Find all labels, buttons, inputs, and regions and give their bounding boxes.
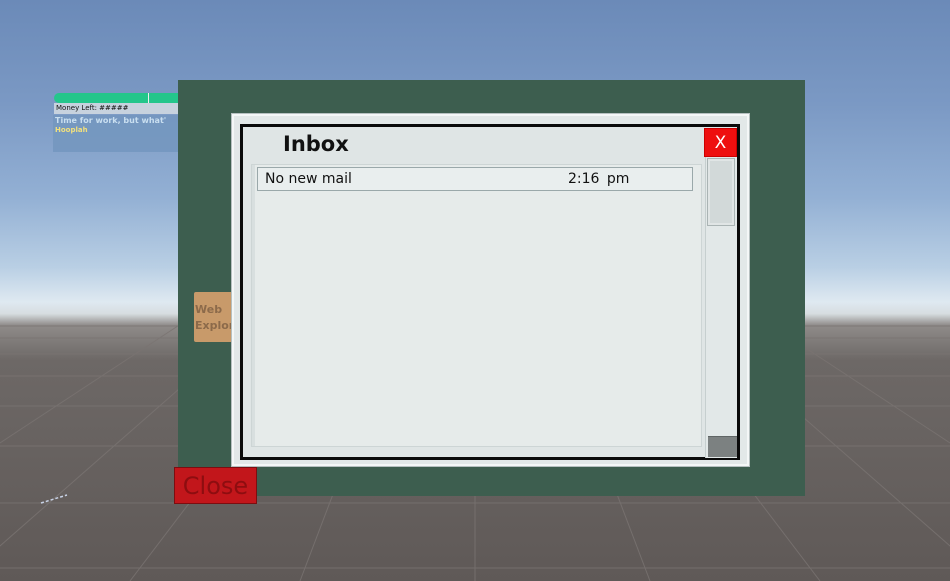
health-bar	[54, 93, 180, 103]
message-panel: Time for work, but what' Hooplah	[53, 115, 179, 152]
mail-subject: No new mail	[265, 171, 352, 187]
inbox-close-button[interactable]: X	[704, 128, 737, 157]
money-left-label: Money Left: #####	[54, 103, 180, 114]
inbox-title: Inbox	[283, 132, 349, 156]
pointer-icon	[40, 490, 70, 509]
scrollbar-thumb[interactable]	[707, 158, 735, 226]
mail-list-item[interactable]: No new mail 2:16 pm	[257, 167, 693, 191]
mail-list	[251, 164, 702, 447]
web-explorer-label: Web Explor	[195, 303, 235, 332]
message-sender: Hooplah	[55, 126, 88, 134]
mail-time: 2:16 pm	[568, 171, 630, 187]
message-text: Time for work, but what'	[55, 116, 167, 125]
web-explorer-icon[interactable]: Web Explor	[194, 292, 236, 342]
close-button[interactable]: Close	[174, 467, 257, 504]
health-bar-divider	[148, 93, 149, 103]
scroll-down-button[interactable]	[708, 436, 737, 457]
